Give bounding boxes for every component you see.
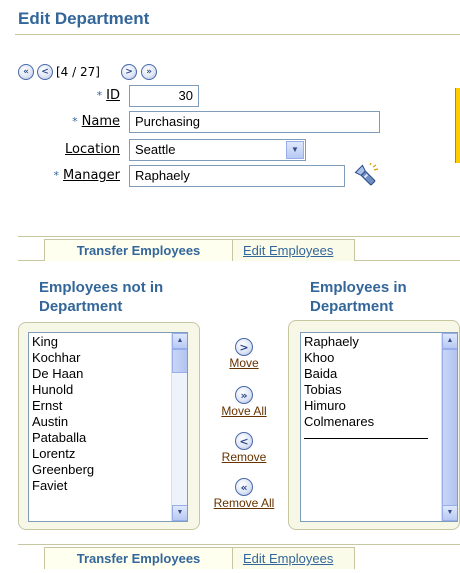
move-link[interactable]: Move — [204, 356, 284, 370]
tab-bar-bottom: Transfer Employees Edit Employees — [18, 547, 460, 569]
list-scrollbar[interactable]: ▲ ▼ — [441, 333, 457, 521]
required-marker: * — [53, 169, 60, 182]
list-item[interactable]: Baida — [304, 366, 457, 382]
move-all-icon[interactable]: » — [235, 386, 253, 404]
next-record-icon[interactable]: > — [121, 64, 137, 80]
list-item[interactable]: King — [32, 334, 187, 350]
list-item[interactable]: Austin — [32, 414, 187, 430]
tab-baseline — [18, 260, 44, 261]
remove-link[interactable]: Remove — [204, 450, 284, 464]
tab-divider-top — [18, 236, 460, 237]
list-item[interactable]: Khoo — [304, 350, 457, 366]
required-marker: * — [72, 115, 78, 128]
name-label: * Name — [72, 114, 120, 129]
manager-label: * Manager — [53, 168, 120, 183]
tab-transfer-employees[interactable]: Transfer Employees — [44, 547, 233, 569]
scroll-thumb[interactable] — [442, 349, 457, 507]
first-record-icon[interactable]: « — [18, 64, 34, 80]
record-position: [4 / 27] — [56, 65, 100, 79]
selected-header: Employees in Department — [310, 279, 407, 315]
list-separator — [304, 438, 428, 439]
tab-baseline — [355, 260, 460, 261]
tab-edit-employees[interactable]: Edit Employees — [233, 547, 355, 569]
remove-all-button[interactable]: « Remove All — [204, 478, 284, 510]
scroll-down-icon[interactable]: ▼ — [172, 505, 187, 521]
location-label: Location — [65, 142, 120, 157]
tab-transfer-employees[interactable]: Transfer Employees — [44, 239, 233, 261]
list-item[interactable]: Pataballa — [32, 430, 187, 446]
remove-all-icon[interactable]: « — [235, 478, 253, 496]
selected-employees-list[interactable]: Raphaely Khoo Baida Tobias Himuro Colmen… — [300, 332, 458, 522]
scroll-down-icon[interactable]: ▼ — [442, 505, 457, 521]
remove-button[interactable]: < Remove — [204, 432, 284, 464]
list-item[interactable]: Greenberg — [32, 462, 187, 478]
last-record-icon[interactable]: » — [141, 64, 157, 80]
list-item[interactable]: Hunold — [32, 382, 187, 398]
required-marker: * — [96, 89, 103, 102]
manager-field[interactable]: Raphaely — [129, 165, 345, 187]
list-item[interactable]: Lorentz — [32, 446, 187, 462]
list-scrollbar[interactable]: ▲ ▼ — [171, 333, 187, 521]
side-indicator — [455, 88, 460, 163]
list-item[interactable]: Kochhar — [32, 350, 187, 366]
available-header: Employees not in Department — [39, 279, 164, 315]
id-field[interactable]: 30 — [129, 85, 199, 107]
tab-bar-top: Transfer Employees Edit Employees — [18, 239, 460, 261]
move-icon[interactable]: > — [235, 338, 253, 356]
remove-all-link[interactable]: Remove All — [204, 496, 284, 510]
title-divider — [15, 34, 460, 35]
move-all-link[interactable]: Move All — [204, 404, 284, 418]
tab-edit-employees[interactable]: Edit Employees — [233, 239, 355, 261]
flashlight-search-icon[interactable] — [353, 162, 379, 189]
list-item[interactable]: Tobias — [304, 382, 457, 398]
list-item[interactable]: Colmenares — [304, 414, 457, 430]
scroll-up-icon[interactable]: ▲ — [172, 333, 187, 349]
scroll-up-icon[interactable]: ▲ — [442, 333, 457, 349]
chevron-down-icon[interactable]: ▼ — [286, 141, 304, 159]
list-item[interactable]: Himuro — [304, 398, 457, 414]
move-button[interactable]: > Move — [204, 338, 284, 370]
previous-record-icon[interactable]: < — [37, 64, 53, 80]
list-item[interactable]: Ernst — [32, 398, 187, 414]
move-all-button[interactable]: » Move All — [204, 386, 284, 418]
available-employees-list[interactable]: King Kochhar De Haan Hunold Ernst Austin… — [28, 332, 188, 522]
location-select[interactable]: Seattle ▼ — [129, 139, 306, 161]
list-item[interactable]: Faviet — [32, 478, 187, 494]
tab-divider-bottom — [18, 544, 460, 545]
list-item[interactable]: De Haan — [32, 366, 187, 382]
name-field[interactable]: Purchasing — [129, 111, 380, 133]
page-title: Edit Department — [18, 9, 150, 28]
remove-icon[interactable]: < — [235, 432, 253, 450]
list-item[interactable]: Raphaely — [304, 334, 457, 350]
id-label: * ID — [96, 88, 120, 103]
scroll-thumb[interactable] — [172, 349, 187, 373]
